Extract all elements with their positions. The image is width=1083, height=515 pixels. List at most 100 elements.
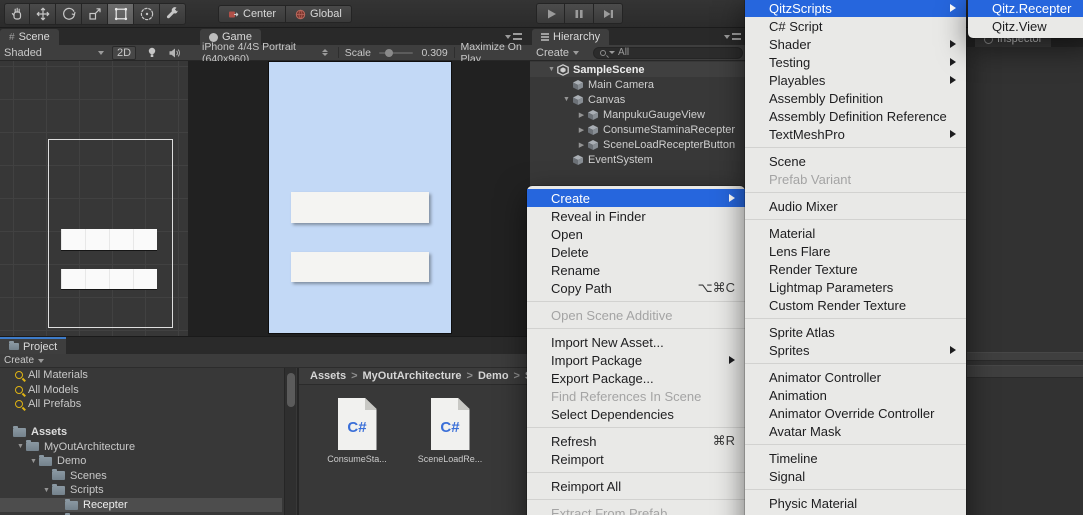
scene-viewport[interactable] bbox=[0, 61, 188, 336]
menu-item[interactable]: Custom Render Texture bbox=[745, 296, 966, 314]
menu-item[interactable]: Lightmap Parameters bbox=[745, 278, 966, 296]
favorite-item[interactable]: All Models bbox=[0, 383, 282, 398]
project-folder-assets[interactable]: Assets bbox=[0, 425, 282, 440]
menu-item[interactable]: Create bbox=[527, 189, 745, 207]
chevron-down-icon bbox=[38, 358, 45, 363]
draw-mode-dropdown[interactable]: Shaded bbox=[0, 47, 104, 59]
favorite-item[interactable]: All Materials bbox=[0, 368, 282, 383]
menu-item[interactable]: Timeline bbox=[745, 449, 966, 467]
menu-item[interactable]: Animator Override Controller bbox=[745, 404, 966, 422]
menu-item[interactable]: QitzScripts bbox=[745, 0, 966, 17]
menu-item: Open Scene Additive bbox=[527, 306, 745, 324]
favorite-item[interactable]: All Prefabs bbox=[0, 397, 282, 412]
scrollbar-thumb[interactable] bbox=[287, 373, 295, 407]
menu-item-shortcut: ⌘R bbox=[712, 433, 735, 448]
rect-tool-button[interactable] bbox=[108, 3, 134, 25]
project-folder-scripts[interactable]: ▼ Scripts bbox=[0, 483, 282, 498]
project-create-button[interactable]: Create bbox=[0, 355, 45, 366]
rotate-tool-button[interactable] bbox=[56, 3, 82, 25]
hand-tool-button[interactable] bbox=[4, 3, 30, 25]
project-folder-myoutarchitecture[interactable]: ▼ MyOutArchitecture bbox=[0, 439, 282, 454]
expander-icon[interactable]: ▶ bbox=[576, 111, 587, 119]
menu-item[interactable]: Shader bbox=[745, 35, 966, 53]
menu-item[interactable]: C# Script bbox=[745, 17, 966, 35]
expander-icon[interactable]: ▶ bbox=[576, 126, 587, 134]
asset-item[interactable]: C# SceneLoadRe... bbox=[418, 398, 482, 515]
menu-item[interactable]: Reimport All bbox=[527, 477, 745, 495]
breadcrumb-item[interactable]: Demo bbox=[478, 370, 509, 382]
step-button[interactable] bbox=[594, 3, 623, 24]
menu-item[interactable]: Playables bbox=[745, 71, 966, 89]
menu-item[interactable]: Material bbox=[745, 224, 966, 242]
menu-item[interactable]: Qitz.View bbox=[968, 17, 1083, 35]
scale-tool-button[interactable] bbox=[82, 3, 108, 25]
expander-icon[interactable]: ▼ bbox=[28, 458, 39, 465]
custom-tool-button[interactable] bbox=[160, 3, 186, 25]
asset-item[interactable]: C# ConsumeSta... bbox=[326, 398, 388, 515]
scale-slider[interactable] bbox=[378, 48, 414, 57]
menu-item[interactable]: TextMeshPro bbox=[745, 125, 966, 143]
menu-item[interactable]: Rename bbox=[527, 261, 745, 279]
hierarchy-search-input[interactable]: All bbox=[593, 46, 744, 59]
expander-icon[interactable]: ▼ bbox=[546, 66, 557, 73]
lighting-bulb-icon[interactable] bbox=[146, 46, 158, 59]
pause-button[interactable] bbox=[565, 3, 594, 24]
menu-item[interactable]: Select Dependencies bbox=[527, 405, 745, 423]
panel-menu-icon[interactable] bbox=[724, 33, 741, 40]
panel-menu-icon[interactable] bbox=[505, 33, 522, 40]
menu-item[interactable]: Render Texture bbox=[745, 260, 966, 278]
toggle-2d-button[interactable]: 2D bbox=[112, 45, 137, 60]
menu-item[interactable]: Refresh ⌘R bbox=[527, 432, 745, 450]
expander-icon[interactable]: ▼ bbox=[41, 487, 52, 494]
menu-separator bbox=[527, 328, 745, 329]
menu-item[interactable]: Animation bbox=[745, 386, 966, 404]
menu-item[interactable]: Assembly Definition Reference bbox=[745, 107, 966, 125]
menu-item[interactable]: Scene bbox=[745, 152, 966, 170]
menu-item-label: Shader bbox=[769, 36, 811, 52]
move-tool-button[interactable] bbox=[30, 3, 56, 25]
menu-item[interactable]: Avatar Mask bbox=[745, 422, 966, 440]
expander-icon[interactable]: ▼ bbox=[561, 96, 572, 103]
menu-item-label: Copy Path bbox=[551, 280, 612, 296]
play-button[interactable] bbox=[536, 3, 565, 24]
menu-item[interactable]: Delete bbox=[527, 243, 745, 261]
menu-item-label: Avatar Mask bbox=[769, 423, 842, 439]
audio-toggle-icon[interactable] bbox=[168, 47, 181, 59]
tab-scene[interactable]: # Scene bbox=[0, 29, 59, 45]
custom-tool-icon bbox=[165, 6, 181, 22]
menu-item[interactable]: Audio Mixer bbox=[745, 197, 966, 215]
scale-slider-knob[interactable] bbox=[384, 48, 393, 57]
game-viewport[interactable] bbox=[188, 61, 530, 336]
menu-item[interactable]: Reimport bbox=[527, 450, 745, 468]
menu-item[interactable]: Copy Path ⌥⌘C bbox=[527, 279, 745, 297]
menu-item[interactable]: Sprite Atlas bbox=[745, 323, 966, 341]
menu-item[interactable]: Testing bbox=[745, 53, 966, 71]
expander-icon[interactable]: ▼ bbox=[15, 443, 26, 450]
menu-item[interactable]: Signal bbox=[745, 467, 966, 485]
menu-item[interactable]: Qitz.Recepter bbox=[968, 0, 1083, 17]
breadcrumb-item[interactable]: Assets bbox=[310, 370, 346, 382]
menu-item[interactable]: Animator Controller bbox=[745, 368, 966, 386]
tab-hierarchy[interactable]: Hierarchy bbox=[532, 29, 610, 45]
menu-item[interactable]: Export Package... bbox=[527, 369, 745, 387]
menu-item[interactable]: Assembly Definition bbox=[745, 89, 966, 107]
menu-item[interactable]: Physic Material bbox=[745, 494, 966, 512]
rotate-tool-icon bbox=[61, 6, 77, 22]
project-folder-demo[interactable]: ▼ Demo bbox=[0, 454, 282, 469]
space-toggle-button[interactable]: Global bbox=[286, 5, 352, 23]
pivot-toggle-button[interactable]: Center bbox=[218, 5, 287, 23]
menu-item[interactable]: Open bbox=[527, 225, 745, 243]
project-tree-scrollbar[interactable] bbox=[284, 368, 296, 515]
menu-item[interactable]: Import New Asset... bbox=[527, 333, 745, 351]
project-folder-scenes[interactable]: Scenes bbox=[0, 469, 282, 484]
menu-item[interactable]: Import Package bbox=[527, 351, 745, 369]
menu-item[interactable]: Lens Flare bbox=[745, 242, 966, 260]
project-folder-recepter[interactable]: Recepter bbox=[0, 497, 282, 513]
transform-tool-button[interactable] bbox=[134, 3, 160, 25]
breadcrumb-item[interactable]: MyOutArchitecture bbox=[363, 370, 462, 382]
menu-item[interactable]: Reveal in Finder bbox=[527, 207, 745, 225]
tab-project[interactable]: Project bbox=[0, 337, 67, 354]
menu-item[interactable]: Sprites bbox=[745, 341, 966, 359]
expander-icon[interactable]: ▶ bbox=[576, 141, 587, 149]
hierarchy-create-button[interactable]: Create bbox=[530, 47, 580, 59]
